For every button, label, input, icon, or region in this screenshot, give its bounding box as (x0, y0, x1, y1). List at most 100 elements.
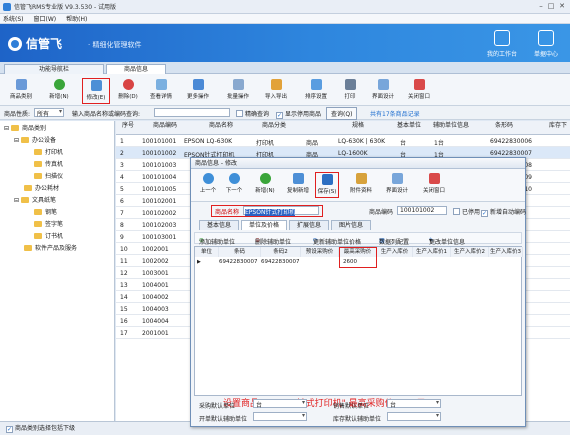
show-disabled-label: 显示停用商品 (285, 111, 322, 118)
tab-product-info[interactable]: 商品信息 (106, 64, 166, 74)
delete-button[interactable]: 删除(D) (114, 78, 142, 104)
code-input[interactable]: 100101002 (397, 206, 447, 215)
menu-window[interactable]: 窗口(W) (34, 14, 57, 23)
print-button[interactable]: 打印 (336, 78, 364, 104)
tree-item-stapler[interactable]: 订书机 (34, 232, 63, 242)
prev-button[interactable]: 上一个 (197, 172, 219, 198)
col-prod-price3[interactable]: 生产入库价3 (489, 247, 523, 257)
table-cell: 100102002 (142, 210, 177, 217)
table-cell: 100102001 (142, 198, 177, 205)
tree-item-pen[interactable]: 钢笔 (34, 208, 57, 218)
save-button[interactable]: 保存(S) (315, 172, 339, 198)
chevron-down-icon: ▾ (429, 237, 433, 244)
auto-code-checkbox[interactable]: 新增自动编码 (481, 207, 526, 217)
tree-item-printer[interactable]: 打印机 (34, 148, 63, 158)
include-sub-label: 商品类别选择包括下级 (15, 425, 76, 432)
open-unit-select[interactable] (253, 412, 307, 421)
save-label: 保存(S) (317, 189, 337, 195)
table-row[interactable]: 1 100101001 EPSON LQ-630K 打印机 商品 LQ-630K | 63… (116, 135, 570, 147)
view-detail-button[interactable]: 查看详情 (144, 78, 178, 104)
close-icon[interactable]: ✕ (557, 2, 567, 11)
edit-button[interactable]: 修改(E) (82, 78, 110, 104)
row-max-purchase[interactable]: 2600 (343, 259, 357, 265)
stock-unit-select[interactable] (387, 412, 441, 421)
table-cell: 6 (120, 198, 124, 205)
tab-images[interactable]: 图片信息 (331, 220, 371, 230)
sales-unit-select[interactable]: 台 (387, 399, 441, 409)
tree-item-label: 文具纸笔 (31, 197, 56, 204)
add-icon (259, 173, 271, 184)
product-property-select[interactable]: 所有 (34, 108, 64, 118)
col-prod-price2[interactable]: 生产入库价2 (451, 247, 489, 257)
col-unit[interactable]: 基本单位 (392, 123, 426, 129)
batch-button[interactable]: 批量操作 (220, 78, 256, 104)
tree-item-fax[interactable]: 传真机 (34, 160, 63, 170)
col-preset-purchase[interactable]: 预设采购价 (301, 247, 339, 257)
close-window-button[interactable]: 关闭窗口 (402, 78, 436, 104)
table-cell: 14 (120, 294, 128, 301)
precise-query-checkbox[interactable]: 精确查询 (236, 109, 269, 118)
table-cell: 10 (120, 246, 128, 253)
tab-navigation[interactable]: 功能导航栏 (4, 64, 104, 74)
disabled-checkbox[interactable]: 已停用 (453, 207, 480, 216)
purchase-unit-select[interactable]: 台 (253, 399, 307, 409)
row-barcode2[interactable]: 69422830007 (261, 259, 300, 265)
next-button[interactable]: 下一个 (223, 172, 245, 198)
tree-item-sign-pen[interactable]: 签字笔 (34, 220, 63, 230)
add-button[interactable]: 新增(N) (44, 78, 74, 104)
dialog-add-button[interactable]: 新增(N) (251, 172, 279, 198)
tree-item-office-equipment[interactable]: ⊟ 办公设备 (14, 136, 56, 146)
attachment-button[interactable]: 附件资料 (345, 172, 377, 198)
tab-extended[interactable]: 扩展信息 (289, 220, 329, 230)
include-sub-checkbox[interactable]: 商品类别选择包括下级 (6, 425, 76, 433)
tree-root[interactable]: ⊟ 商品类别 (4, 124, 46, 134)
name-input[interactable]: EPSON针式打印机 (243, 206, 319, 216)
col-name[interactable]: 商品名称 (186, 123, 256, 129)
col-aux-unit[interactable]: 辅助单位信息 (428, 123, 474, 129)
table-cell: 1004002 (142, 294, 169, 301)
col-spec[interactable]: 规格 (338, 123, 378, 129)
import-export-button[interactable]: 导入导出 (258, 78, 294, 104)
tree-item-software[interactable]: 软件产品及服务 (24, 244, 77, 254)
dialog-close-button[interactable]: 关闭窗口 (417, 172, 451, 198)
row-barcode[interactable]: 69422830007 (219, 259, 258, 265)
show-disabled-checkbox[interactable]: 显示停用商品 (276, 109, 321, 119)
col-barcode[interactable]: 条码 (219, 247, 261, 257)
dialog-design-button[interactable]: 界面设计 (381, 172, 413, 198)
col-category[interactable]: 商品分类 (254, 123, 294, 129)
workbench-button[interactable]: 我的工作台 (480, 28, 524, 60)
query-button[interactable]: 查询(Q) (326, 107, 358, 120)
category-button[interactable]: 商品类别 (4, 78, 38, 104)
minimize-icon[interactable]: – (536, 2, 546, 11)
tree-item-stationery[interactable]: ⊟ 文具纸笔 (14, 196, 56, 206)
col-code[interactable]: 商品编码 (142, 123, 188, 129)
col-index[interactable]: 序号 (118, 123, 138, 129)
menu-system[interactable]: 系统(S) (3, 14, 24, 23)
search-input[interactable] (154, 108, 230, 117)
ui-design-button[interactable]: 界面设计 (366, 78, 400, 104)
col-prod-price[interactable]: 生产入库价 (377, 247, 413, 257)
col-unit[interactable]: 单位 (195, 247, 219, 257)
menu-help[interactable]: 帮助(H) (66, 14, 87, 23)
col-stock-min[interactable]: 库存下 (546, 123, 570, 129)
folder-icon (34, 209, 42, 215)
col-barcode[interactable]: 条形码 (484, 123, 524, 129)
col-prod-price1[interactable]: 生产入库价1 (413, 247, 451, 257)
add-label: 新增(N) (49, 94, 69, 100)
document-icon (538, 30, 554, 46)
copy-add-button[interactable]: 复制新增 (281, 172, 315, 198)
view-detail-label: 查看详情 (149, 94, 172, 100)
table-cell: LQ-630K | 630K (338, 138, 386, 145)
tree-item-office-supplies[interactable]: 办公耗材 (24, 184, 59, 194)
tree-item-scanner[interactable]: 扫描仪 (34, 172, 63, 182)
folder-icon (24, 185, 32, 191)
sort-settings-button[interactable]: 排序设置 (298, 78, 334, 104)
tab-unit-price[interactable]: 单位及价格 (241, 220, 287, 230)
name-value: EPSON针式打印机 (245, 209, 296, 216)
table-cell: 69422830007 (490, 150, 532, 157)
maximize-icon[interactable]: □ (546, 2, 556, 11)
more-actions-button[interactable]: 更多操作 (180, 78, 216, 104)
col-barcode2[interactable]: 条码2 (261, 247, 301, 257)
tab-basic-info[interactable]: 基本信息 (199, 220, 239, 230)
document-center-button[interactable]: 单据中心 (524, 28, 568, 60)
